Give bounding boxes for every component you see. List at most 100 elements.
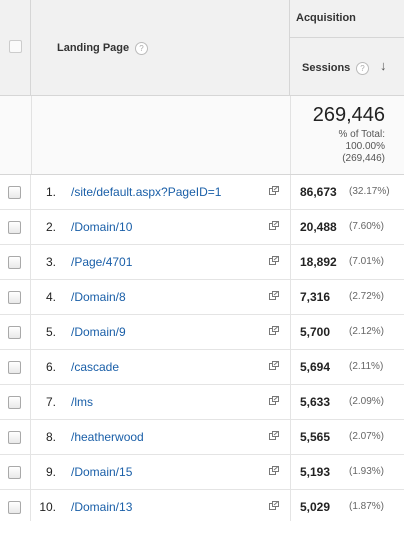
sessions-cell: 5,694 (2.11%) [290, 350, 404, 384]
sessions-column-header[interactable]: Sessions ? ↓ [290, 38, 404, 95]
row-checkbox[interactable] [8, 186, 21, 199]
landing-page-link[interactable]: /Domain/13 [71, 500, 132, 514]
total-pct-count: (269,446) [342, 153, 385, 164]
sessions-value: 7,316 [300, 290, 331, 304]
total-pct-value: 100.00% [345, 141, 385, 152]
landing-page-link[interactable]: /Domain/15 [71, 465, 132, 479]
landing-page-column-header[interactable]: Landing Page ? [31, 0, 290, 95]
sessions-cell: 5,565 (2.07%) [290, 420, 404, 454]
sessions-cell: 5,633 (2.09%) [290, 385, 404, 419]
totals-spacer [31, 96, 291, 174]
row-index: 3. [45, 255, 56, 269]
sessions-cell: 18,892 (7.01%) [290, 245, 404, 279]
sessions-percentage: (2.09%) [349, 396, 385, 407]
row-index: 1. [45, 185, 56, 199]
landing-page-link[interactable]: /lms [71, 395, 93, 409]
row-checkbox-cell [0, 385, 31, 419]
open-external-icon[interactable] [269, 291, 279, 300]
sessions-label: Sessions [302, 62, 351, 74]
row-checkbox-cell [0, 280, 31, 314]
row-index: 5. [45, 325, 56, 339]
row-checkbox-cell [0, 315, 31, 349]
row-checkbox[interactable] [8, 466, 21, 479]
row-checkbox[interactable] [8, 501, 21, 514]
table-row: 6. /cascade 5,694 (2.11%) [0, 350, 404, 385]
total-percentage: % of Total: 100.00% (269,446) [338, 129, 385, 165]
landing-page-link[interactable]: /Domain/9 [71, 325, 126, 339]
row-index: 8. [45, 430, 56, 444]
landing-page-link[interactable]: /site/default.aspx?PageID=1 [71, 185, 221, 199]
open-external-icon[interactable] [269, 256, 279, 265]
sessions-cell: 5,029 (1.87%) [290, 490, 404, 524]
sessions-value: 5,633 [300, 395, 331, 409]
landing-page-link[interactable]: /heatherwood [71, 430, 144, 444]
sessions-value: 5,694 [300, 360, 331, 374]
table-row: 5. /Domain/9 5,700 (2.12%) [0, 315, 404, 350]
sessions-percentage: (1.87%) [349, 501, 385, 512]
sessions-percentage: (2.07%) [349, 431, 385, 442]
row-index: 4. [45, 290, 56, 304]
open-external-icon[interactable] [269, 221, 279, 230]
row-index: 7. [45, 395, 56, 409]
row-checkbox-cell [0, 490, 31, 524]
landing-page-link[interactable]: /Domain/10 [71, 220, 132, 234]
row-checkbox[interactable] [8, 431, 21, 444]
help-icon[interactable]: ? [135, 42, 148, 55]
row-index: 6. [45, 360, 56, 374]
sessions-value: 5,029 [300, 500, 331, 514]
row-checkbox-cell [0, 245, 31, 279]
total-sessions-value: 269,446 [312, 104, 385, 126]
row-checkbox[interactable] [8, 221, 21, 234]
sessions-value: 5,700 [300, 325, 331, 339]
row-checkbox-cell [0, 350, 31, 384]
sessions-value: 18,892 [300, 255, 337, 269]
table-row: 9. /Domain/15 5,193 (1.93%) [0, 455, 404, 490]
row-checkbox[interactable] [8, 361, 21, 374]
sessions-cell: 5,193 (1.93%) [290, 455, 404, 489]
select-all-checkbox[interactable] [9, 40, 22, 53]
help-icon[interactable]: ? [356, 62, 369, 75]
landing-page-link[interactable]: /cascade [71, 360, 119, 374]
table-row: 1. /site/default.aspx?PageID=1 86,673 (3… [0, 175, 404, 210]
sessions-cell: 86,673 (32.17%) [290, 175, 404, 209]
open-external-icon[interactable] [269, 501, 279, 510]
sessions-percentage: (7.01%) [349, 256, 385, 267]
totals-row: 269,446 % of Total: 100.00% (269,446) [0, 96, 404, 175]
header-checkbox-cell [0, 0, 31, 95]
open-external-icon[interactable] [269, 361, 279, 370]
row-checkbox-cell [0, 175, 31, 209]
open-external-icon[interactable] [269, 326, 279, 335]
table-row: 3. /Page/4701 18,892 (7.01%) [0, 245, 404, 280]
row-checkbox[interactable] [8, 291, 21, 304]
open-external-icon[interactable] [269, 431, 279, 440]
table-row: 10. /Domain/13 5,029 (1.87%) [0, 490, 404, 525]
open-external-icon[interactable] [269, 466, 279, 475]
sort-descending-icon[interactable]: ↓ [380, 58, 387, 73]
table-row: 4. /Domain/8 7,316 (2.72%) [0, 280, 404, 315]
sessions-percentage: (7.60%) [349, 221, 385, 232]
landing-page-link[interactable]: /Page/4701 [71, 255, 132, 269]
landing-page-link[interactable]: /Domain/8 [71, 290, 126, 304]
acquisition-label: Acquisition [296, 12, 356, 24]
sessions-value: 86,673 [300, 185, 337, 199]
sessions-value: 5,565 [300, 430, 331, 444]
table-row: 7. /lms 5,633 (2.09%) [0, 385, 404, 420]
sessions-percentage: (2.11%) [349, 361, 384, 372]
row-checkbox-cell [0, 455, 31, 489]
total-pct-label: % of Total: [338, 129, 385, 140]
sessions-cell: 5,700 (2.12%) [290, 315, 404, 349]
open-external-icon[interactable] [269, 396, 279, 405]
landing-page-label: Landing Page [57, 42, 130, 54]
table-footer-gap [0, 521, 404, 533]
row-checkbox[interactable] [8, 256, 21, 269]
table-header: Landing Page ? Acquisition Sessions ? ↓ [0, 0, 404, 96]
open-external-icon[interactable] [269, 186, 279, 195]
row-checkbox[interactable] [8, 326, 21, 339]
table-row: 2. /Domain/10 20,488 (7.60%) [0, 210, 404, 245]
sessions-value: 20,488 [300, 220, 337, 234]
sessions-cell: 20,488 (7.60%) [290, 210, 404, 244]
row-index: 9. [45, 465, 56, 479]
row-checkbox-cell [0, 420, 31, 454]
row-checkbox[interactable] [8, 396, 21, 409]
row-index: 2. [45, 220, 56, 234]
